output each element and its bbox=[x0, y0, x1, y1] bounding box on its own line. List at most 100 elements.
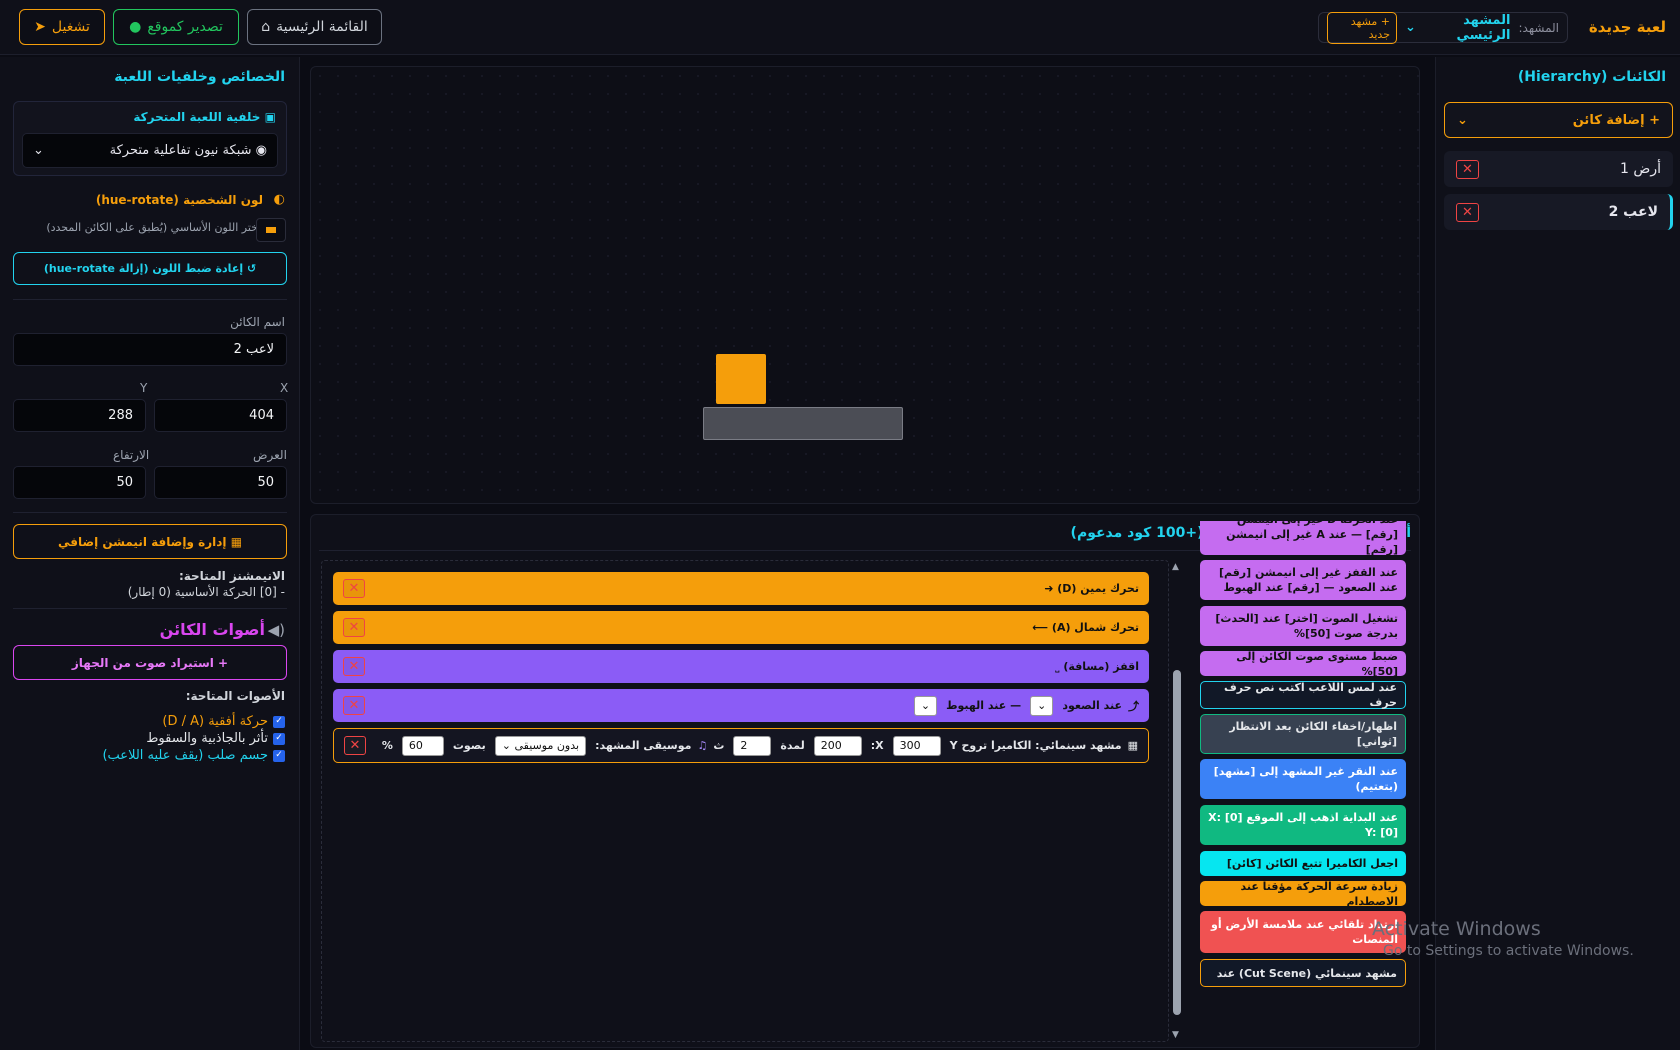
sounds-title: أصوات الكائن bbox=[159, 620, 265, 639]
scroll-down-icon[interactable]: ▼ bbox=[1172, 1030, 1179, 1040]
blocks-panel: أكواد وبلوكات اللعبة المتقدمة (+100 كود … bbox=[310, 514, 1420, 1048]
home-label: القائمة الرئيسية bbox=[276, 19, 368, 35]
block-label: تحرك يمين (D) ➜ bbox=[1044, 582, 1139, 595]
delete-block-button[interactable]: ✕ bbox=[343, 618, 365, 637]
home-icon: ⌂ bbox=[261, 19, 271, 35]
palette-block[interactable]: عند القفز غير إلى انيمشن [رقم] عند الصعو… bbox=[1200, 560, 1406, 600]
background-label-text: خلفية اللعبة المتحركة bbox=[133, 110, 261, 124]
reset-hue-button[interactable]: ↺ إعادة ضبط اللون (إزالة hue-rotate) bbox=[13, 252, 287, 285]
checkbox[interactable]: ✓ bbox=[273, 749, 285, 762]
clapper-icon: ▦ bbox=[1127, 739, 1138, 752]
hue-label: لون الشخصية (hue-rotate) bbox=[95, 193, 263, 207]
jump-icon: ⤴ bbox=[1128, 699, 1139, 713]
code-block-jump-animation[interactable]: ⤴ عند الصعود ⌄ — عند الهبوط ⌄ ✕ bbox=[333, 689, 1149, 722]
sounds-available-title: الأصوات المتاحة: bbox=[185, 689, 285, 703]
scene-label: المشهد: bbox=[1518, 20, 1559, 35]
divider bbox=[13, 608, 287, 609]
chevron-down-icon: ⌄ bbox=[1405, 20, 1416, 35]
scroll-up-icon[interactable]: ▲ bbox=[1172, 562, 1179, 572]
delete-block-button[interactable]: ✕ bbox=[343, 696, 365, 715]
sound-toggle[interactable]: ✓ تأثر بالجاذبية والسقوط bbox=[146, 731, 285, 746]
checkbox[interactable]: ✓ bbox=[273, 732, 285, 745]
hue-description: اختر اللون الأساسي (يُطبق على الكائن الم… bbox=[46, 221, 261, 234]
manage-animations-button[interactable]: ▦ إدارة وإضافة انيمشن إضافي bbox=[13, 524, 287, 559]
color-swatch bbox=[266, 227, 276, 233]
import-sound-button[interactable]: + استيراد صوت من الجهاز bbox=[13, 645, 287, 680]
cutscene-volume-input[interactable]: 60 bbox=[401, 735, 444, 756]
play-icon: ➤ bbox=[34, 19, 46, 35]
properties-title: الخصائص وخلفيات اللعبة bbox=[114, 69, 285, 85]
clapper-icon: ▦ bbox=[230, 534, 243, 549]
cutscene-duration-input[interactable]: 2 bbox=[733, 735, 772, 756]
palette-block[interactable]: اظهار/اخفاء الكائن بعد الانتظار [ثواني] bbox=[1200, 714, 1406, 754]
delete-object-button[interactable]: ✕ bbox=[1456, 159, 1479, 179]
palette-block[interactable]: اجعل الكاميرا تتبع الكائن [كائن] bbox=[1200, 851, 1406, 876]
name-input[interactable]: لاعب 2 bbox=[13, 333, 287, 366]
code-block-cutscene[interactable]: ▦ مشهد سينمائي: الكاميرا تروح Y 300 X: 2… bbox=[333, 728, 1149, 763]
block-label: تحرك شمال (A) ⟵ bbox=[1032, 621, 1139, 634]
code-block-move-right[interactable]: تحرك يمين (D) ➜ ✕ bbox=[333, 572, 1149, 605]
hierarchy-item[interactable]: أرض 1 ✕ bbox=[1444, 151, 1673, 187]
player-object[interactable] bbox=[716, 354, 766, 404]
palette-block[interactable]: مشهد سينمائي (Cut Scene) عند bbox=[1200, 959, 1406, 987]
reset-hue-label: إعادة ضبط اللون (إزالة hue-rotate) bbox=[43, 262, 244, 275]
palette-icon: ◐ bbox=[273, 192, 285, 207]
scrollbar-thumb[interactable] bbox=[1173, 670, 1181, 1015]
x-input[interactable]: 404 bbox=[154, 399, 287, 432]
up-label: عند الصعود bbox=[1062, 699, 1122, 712]
palette-block[interactable]: زيادة سرعة الحركة مؤقتاً عند الاصطدام bbox=[1200, 880, 1406, 908]
code-workspace[interactable]: تحرك يمين (D) ➜ ✕ تحرك شمال (A) ⟵ ✕ اقفز… bbox=[321, 560, 1169, 1042]
palette-block[interactable]: ضبط مستوى صوت الكائن إلى [50]% bbox=[1200, 650, 1406, 678]
height-input[interactable]: 50 bbox=[13, 466, 146, 499]
y-input[interactable]: 288 bbox=[13, 399, 146, 432]
cutscene-music-select[interactable]: بدون موسيقى ⌄ bbox=[494, 735, 587, 756]
palette-block[interactable]: عند البداية اذهب إلى الموقع X: [0] Y: [0… bbox=[1200, 805, 1406, 845]
sound-toggle[interactable]: ✓ جسم صلب (يقف عليه اللاعب) bbox=[102, 748, 285, 763]
cutscene-x-input[interactable]: 200 bbox=[813, 735, 862, 756]
game-canvas[interactable] bbox=[310, 66, 1420, 504]
new-scene-button[interactable]: + مشهد جديد bbox=[1327, 11, 1398, 44]
scene-selector[interactable]: المشهد: المشهد الرئيسي ⌄ + مشهد جديد bbox=[1318, 11, 1568, 44]
x-label: X bbox=[280, 381, 289, 395]
code-block-move-left[interactable]: تحرك شمال (A) ⟵ ✕ bbox=[333, 611, 1149, 644]
palette-scrollbar[interactable]: ▲ ▼ bbox=[1170, 560, 1184, 1042]
home-button[interactable]: ⌂ القائمة الرئيسية bbox=[247, 9, 382, 45]
down-label: — عند الهبوط bbox=[946, 699, 1022, 712]
add-object-label: + إضافة كائن bbox=[1572, 112, 1660, 128]
globe-icon: ◉ bbox=[255, 143, 267, 158]
sound-toggle[interactable]: ✓ حركة أفقية (D / A) bbox=[162, 714, 285, 729]
scene-dropdown[interactable]: المشهد الرئيسي ⌄ bbox=[1405, 13, 1510, 43]
activation-watermark-subtitle: Go to Settings to activate Windows. bbox=[1383, 943, 1634, 959]
delete-block-button[interactable]: ✕ bbox=[344, 736, 366, 755]
code-block-jump[interactable]: اقفز (مسافة) ˽ ✕ bbox=[333, 650, 1149, 683]
export-button[interactable]: ● تصدير كموقع bbox=[113, 9, 239, 45]
up-animation-select[interactable]: ⌄ bbox=[1030, 695, 1054, 716]
block-palette: عند الحركة D غير إلى انيمشن [رقم] — عند … bbox=[1193, 521, 1406, 1041]
delete-object-button[interactable]: ✕ bbox=[1456, 202, 1479, 222]
palette-block[interactable]: عند الحركة D غير إلى انيمشن [رقم] — عند … bbox=[1200, 521, 1406, 556]
block-content: ▦ مشهد سينمائي: الكاميرا تروح Y 300 X: 2… bbox=[382, 735, 1138, 756]
color-picker[interactable] bbox=[256, 218, 286, 242]
checkbox[interactable]: ✓ bbox=[273, 715, 285, 728]
palette-block[interactable]: تشغيل الصوت [اختر] عند [الحدث] بدرجة صوت… bbox=[1200, 606, 1406, 646]
export-label: تصدير كموقع bbox=[147, 19, 223, 35]
reset-icon: ↺ bbox=[246, 262, 257, 275]
divider bbox=[13, 299, 287, 300]
speaker-icon: ◀) bbox=[267, 621, 285, 639]
image-icon: ▣ bbox=[264, 110, 276, 124]
background-select[interactable]: ◉ شبكة نيون تفاعلية متحركة ⌄ bbox=[22, 133, 278, 168]
seconds-label: ث bbox=[713, 739, 725, 752]
palette-block[interactable]: عند النقر غير المشهد إلى [مشهد] (بتعتيم) bbox=[1200, 759, 1406, 799]
down-animation-select[interactable]: ⌄ bbox=[913, 695, 938, 716]
hierarchy-item-selected[interactable]: لاعب 2 ✕ bbox=[1444, 194, 1673, 230]
delete-block-button[interactable]: ✕ bbox=[343, 579, 365, 598]
cutscene-y-input[interactable]: 300 bbox=[892, 735, 941, 756]
add-object-dropdown[interactable]: + إضافة كائن ⌄ bbox=[1444, 102, 1673, 138]
activation-watermark-title: Activate Windows bbox=[1372, 918, 1541, 940]
music-select-value: بدون موسيقى bbox=[514, 739, 580, 752]
run-button[interactable]: ➤ تشغيل bbox=[19, 9, 105, 45]
palette-block[interactable]: عند لمس اللاعب اكتب نص حرف حرف bbox=[1200, 681, 1406, 709]
delete-block-button[interactable]: ✕ bbox=[343, 657, 365, 676]
ground-object[interactable] bbox=[703, 407, 903, 440]
width-input[interactable]: 50 bbox=[154, 466, 287, 499]
